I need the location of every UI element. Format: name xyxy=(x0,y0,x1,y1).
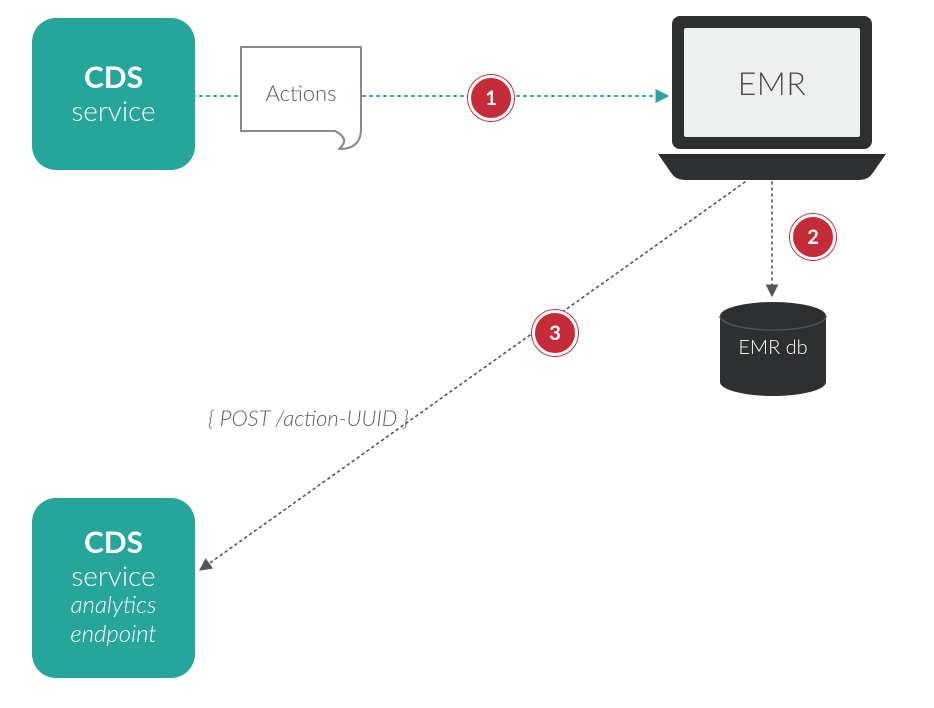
emr-db: EMR db xyxy=(718,300,828,400)
cds-subtitle-bottom: service xyxy=(71,559,155,591)
cds-em2: endpoint xyxy=(70,620,156,649)
cds-service-box-bottom: CDS service analytics endpoint xyxy=(32,498,195,678)
actions-label: Actions xyxy=(239,45,363,139)
diagram-stage: CDS service Actions EMR EMR db xyxy=(0,0,934,708)
cds-em1: analytics xyxy=(71,591,157,620)
step-badge-1: 1 xyxy=(468,75,514,121)
emr-label: EMR xyxy=(682,32,862,132)
actions-document: Actions xyxy=(239,45,363,149)
step-badge-3: 3 xyxy=(532,310,578,356)
emr-laptop: EMR xyxy=(658,14,886,179)
post-action-label: { POST /action-UUID } xyxy=(208,404,409,431)
badge-3-number: 3 xyxy=(549,321,561,345)
cds-title-top: CDS xyxy=(84,62,143,94)
step-badge-2: 2 xyxy=(790,214,836,260)
db-label: EMR db xyxy=(718,335,828,359)
cds-title-bottom: CDS xyxy=(84,527,143,559)
cds-subtitle-top: service xyxy=(71,94,155,126)
badge-1-number: 1 xyxy=(485,86,497,110)
cds-service-box-top: CDS service xyxy=(32,18,195,170)
badge-2-number: 2 xyxy=(807,225,819,249)
